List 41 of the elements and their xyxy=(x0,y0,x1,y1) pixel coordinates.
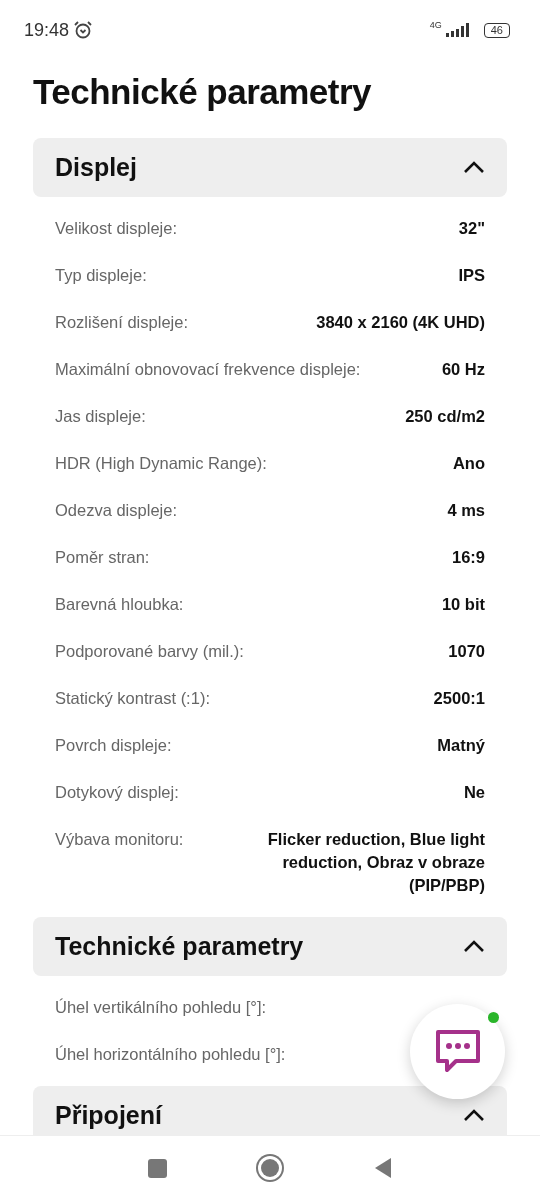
spec-label: Maximální obnovovací frekvence displeje: xyxy=(55,359,361,380)
spec-label: Velikost displeje: xyxy=(55,218,177,239)
spec-value: 4 ms xyxy=(447,500,485,521)
spec-label: Dotykový displej: xyxy=(55,782,179,803)
spec-value: Ne xyxy=(463,782,485,803)
spec-label: Poměr stran: xyxy=(55,547,150,568)
section-header[interactable]: Displej xyxy=(33,138,507,197)
network-type: 4G xyxy=(429,20,442,30)
spec-value: Matný xyxy=(437,735,485,756)
spec-value: 2500:1 xyxy=(433,688,485,709)
spec-value: 10 bit xyxy=(441,594,485,615)
alarm-clock-icon xyxy=(73,20,94,40)
spec-label: Podporované barvy (mil.): xyxy=(55,641,244,662)
spec-label: Rozlišení displeje: xyxy=(55,312,188,333)
spec-label: Jas displeje: xyxy=(55,406,146,427)
spec-value: IPS xyxy=(458,265,485,286)
spec-label: Statický kontrast (:1): xyxy=(55,688,210,709)
spec-value: 32" xyxy=(458,218,485,239)
status-time: 19:48 xyxy=(24,19,70,41)
spec-value: 3840 x 2160 (4K UHD) xyxy=(316,312,485,333)
spec-value: 60 Hz xyxy=(441,359,485,380)
spec-label: Výbava monitoru: xyxy=(55,829,184,850)
section-header[interactable]: Technické parametry xyxy=(33,917,507,976)
spec-label: Barevná hloubka: xyxy=(55,594,184,615)
page-title: Technické parametry xyxy=(33,72,373,112)
chat-button[interactable] xyxy=(410,1004,505,1099)
signal-icon xyxy=(445,23,472,37)
spec-label: Úhel horizontálního pohledu [°]: xyxy=(55,1044,286,1065)
section-header[interactable]: Připojení xyxy=(33,1086,507,1135)
battery-level: 46 xyxy=(483,22,510,38)
spec-value: Ano xyxy=(452,453,485,474)
spec-value: 1070 xyxy=(448,641,485,662)
spec-label: Odezva displeje: xyxy=(55,500,177,521)
recents-button[interactable] xyxy=(147,1158,167,1178)
spec-label: Povrch displeje: xyxy=(55,735,172,756)
spec-value: 250 cd/m2 xyxy=(405,406,485,427)
spec-label: Úhel vertikálního pohledu [°]: xyxy=(55,997,267,1018)
spec-label: HDR (High Dynamic Range): xyxy=(55,453,267,474)
spec-label: Typ displeje: xyxy=(55,265,147,286)
spec-value: Flicker reduction, Blue light reduction, Obraz v obraze (PIP/PBP) xyxy=(266,829,485,896)
spec-value: 16:9 xyxy=(451,547,485,568)
